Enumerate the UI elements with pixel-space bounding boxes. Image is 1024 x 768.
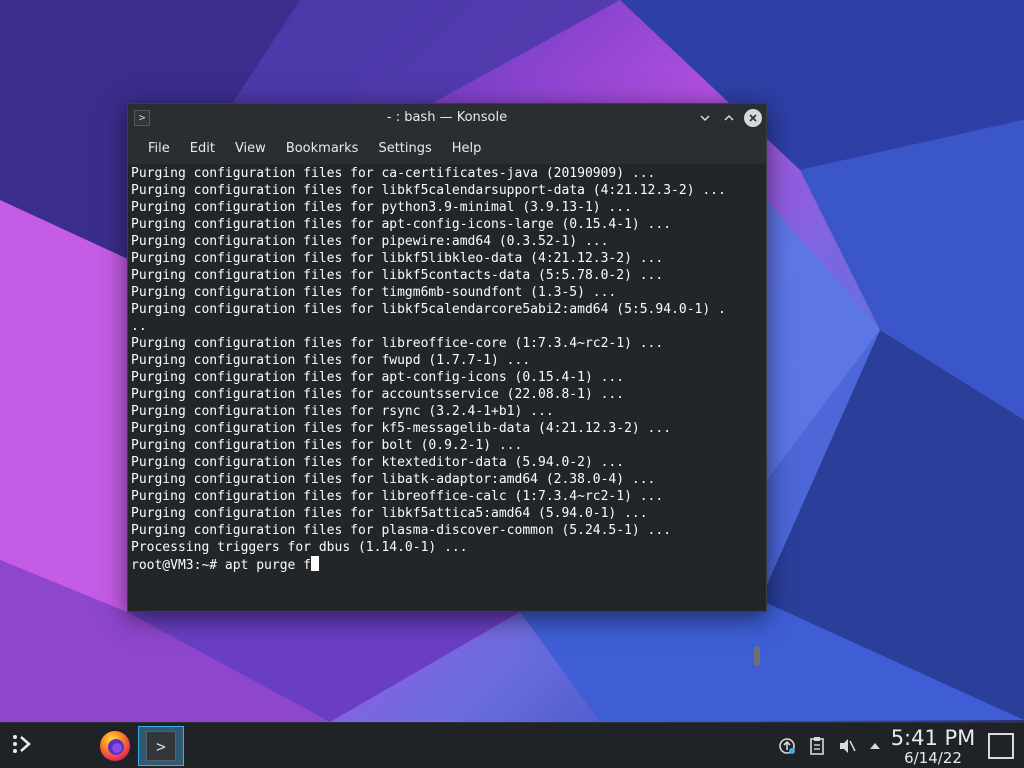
system-tray-expand-icon[interactable] xyxy=(864,735,886,757)
terminal-line: Purging configuration files for rsync (3… xyxy=(131,404,554,419)
menu-settings[interactable]: Settings xyxy=(368,141,441,156)
terminal-line: Purging configuration files for apt-conf… xyxy=(131,370,625,385)
konsole-window[interactable]: > - : bash — Konsole File Edit View Book… xyxy=(127,103,767,666)
terminal-output[interactable]: Purging configuration files for ca-certi… xyxy=(128,164,766,666)
volume-muted-icon[interactable] xyxy=(836,735,858,757)
terminal-prompt: root@VM3:~# apt purge f xyxy=(131,558,312,573)
menu-bar: File Edit View Bookmarks Settings Help xyxy=(128,132,766,164)
terminal-line: Purging configuration files for libatk-a… xyxy=(131,472,656,487)
terminal-line: Purging configuration files for libreoff… xyxy=(131,336,664,351)
terminal-prompt-line[interactable]: root@VM3:~# apt purge f xyxy=(131,556,766,573)
terminal-line: Processing triggers for dbus (1.14.0-1) … xyxy=(131,540,468,555)
terminal-line: Purging configuration files for timgm6mb… xyxy=(131,285,617,300)
terminal-line: Purging configuration files for libreoff… xyxy=(131,489,664,504)
terminal-line: Purging configuration files for libkf5ca… xyxy=(131,302,726,317)
firefox-launcher[interactable] xyxy=(98,729,132,763)
maximize-button[interactable] xyxy=(720,109,738,127)
terminal-line: Purging configuration files for kf5-mess… xyxy=(131,421,672,436)
clipboard-icon[interactable] xyxy=(806,735,828,757)
terminal-line: Purging configuration files for apt-conf… xyxy=(131,217,672,232)
terminal-line: Purging configuration files for libkf5li… xyxy=(131,251,664,266)
clock-date[interactable]: 6/14/22 xyxy=(888,749,978,767)
terminal-line: Purging configuration files for accounts… xyxy=(131,387,625,402)
terminal-line: Purging configuration files for ca-certi… xyxy=(131,166,656,181)
close-button[interactable] xyxy=(744,109,762,127)
menu-help[interactable]: Help xyxy=(442,141,492,156)
terminal-line: Purging configuration files for python3.… xyxy=(131,200,632,215)
konsole-task-icon: > xyxy=(146,731,176,761)
window-title: - : bash — Konsole xyxy=(386,110,508,125)
menu-file[interactable]: File xyxy=(138,141,180,156)
firefox-icon xyxy=(100,731,130,761)
show-desktop-button[interactable] xyxy=(988,733,1014,759)
terminal-line: Purging configuration files for libkf5ca… xyxy=(131,183,726,198)
clock-time[interactable]: 5:41 PM xyxy=(888,725,978,751)
update-notifier-icon[interactable] xyxy=(776,735,798,757)
application-launcher-button[interactable] xyxy=(8,731,38,761)
text-cursor xyxy=(311,556,320,571)
kde-launcher-icon xyxy=(13,735,31,753)
terminal-line: Purging configuration files for libkf5at… xyxy=(131,506,648,521)
menu-edit[interactable]: Edit xyxy=(180,141,225,156)
terminal-scrollbar[interactable] xyxy=(754,646,760,666)
taskbar: > 5:41 PM 6/14/22 xyxy=(0,722,1024,768)
terminal-line: Purging configuration files for plasma-d… xyxy=(131,523,672,538)
menu-view[interactable]: View xyxy=(225,141,276,156)
terminal-line: Purging configuration files for pipewire… xyxy=(131,234,609,249)
terminal-line: .. xyxy=(131,319,147,334)
menu-bookmarks[interactable]: Bookmarks xyxy=(276,141,369,156)
minimize-button[interactable] xyxy=(696,109,714,127)
chevron-down-icon xyxy=(700,115,710,122)
close-icon xyxy=(749,114,757,122)
terminal-line: Purging configuration files for bolt (0.… xyxy=(131,438,523,453)
terminal-line: Purging configuration files for ktextedi… xyxy=(131,455,625,470)
taskbar-konsole-task[interactable]: > xyxy=(138,726,184,766)
terminal-line: Purging configuration files for fwupd (1… xyxy=(131,353,531,368)
window-titlebar[interactable]: > - : bash — Konsole xyxy=(128,104,766,132)
terminal-line: Purging configuration files for libkf5co… xyxy=(131,268,664,283)
chevron-up-icon xyxy=(724,114,734,121)
